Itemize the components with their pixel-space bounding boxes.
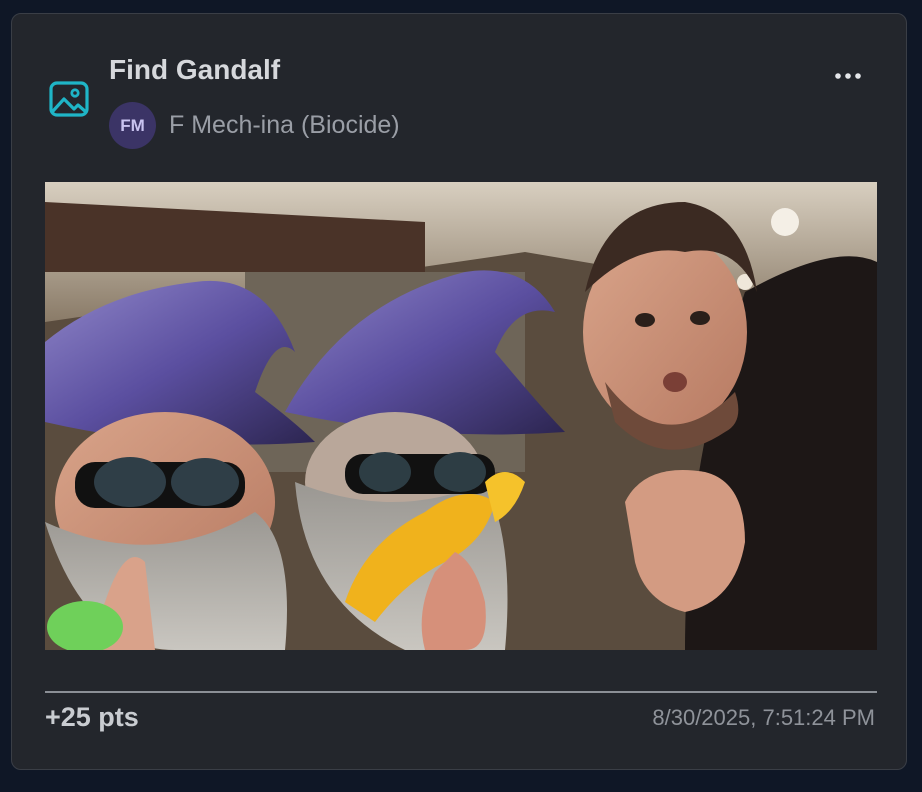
divider <box>45 691 877 693</box>
post-title: Find Gandalf <box>109 54 281 85</box>
image-icon <box>48 78 90 120</box>
author-avatar[interactable]: FM <box>109 102 156 149</box>
post-card: Find Gandalf FM F Mech-ina (Biocide) +25… <box>11 13 907 770</box>
more-horizontal-icon <box>835 73 861 79</box>
author-name[interactable]: F Mech-ina (Biocide) <box>169 111 400 140</box>
more-options-button[interactable] <box>830 64 866 88</box>
points-value: +25 pts <box>45 702 139 732</box>
post-photo[interactable] <box>45 182 877 650</box>
post-timestamp: 8/30/2025, 7:51:24 PM <box>652 705 875 730</box>
